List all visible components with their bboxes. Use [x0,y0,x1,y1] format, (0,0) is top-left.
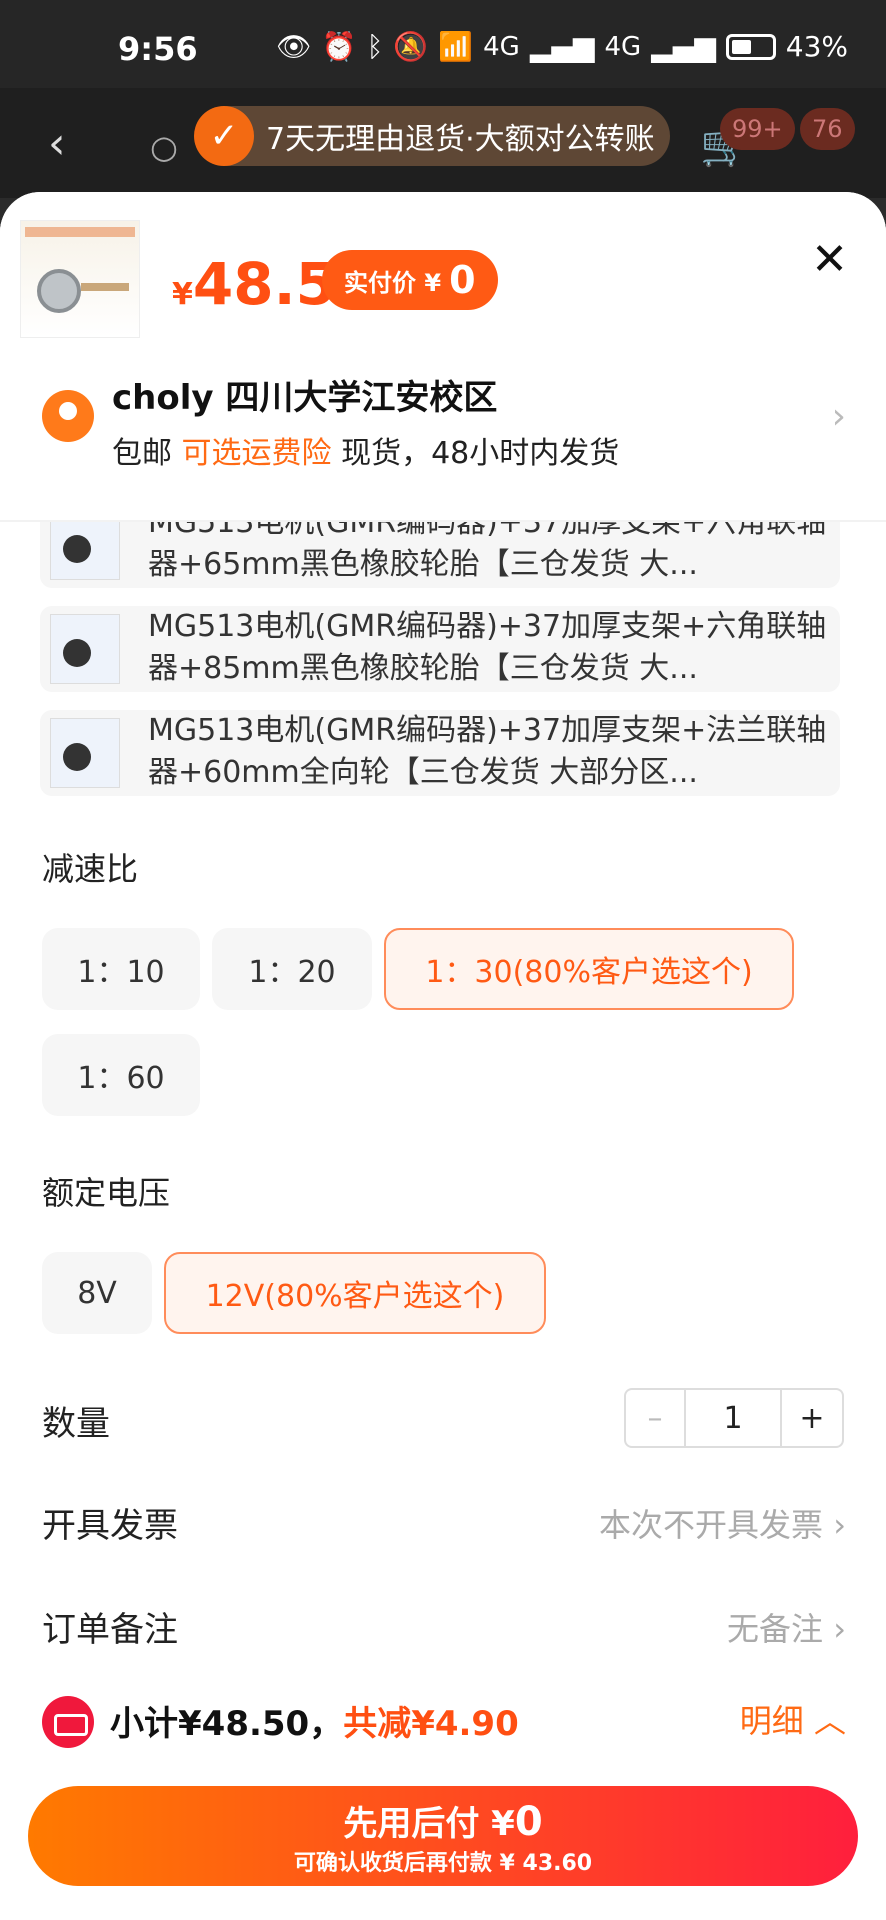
paid-value: 0 [449,258,476,302]
battery-percent: 43% [785,30,848,63]
voltage-title: 额定电压 [42,1174,171,1212]
note-value: 无备注 [727,1610,824,1648]
quantity-plus-button[interactable]: + [782,1390,842,1446]
quantity-minus-button[interactable]: – [626,1390,686,1446]
reduction-option[interactable]: 1：60 [42,1034,200,1116]
network-type-2: 4G [604,31,642,62]
sheet-header: ¥48.5 实付价 ¥ 0 ✕ choly 四川大学江安校区 包邮 可选运费险 … [0,192,886,520]
battery-icon [725,33,776,60]
reduction-option[interactable]: 1：10 [42,928,200,1010]
variant-thumbnail [50,614,120,684]
order-sheet: ¥48.5 实付价 ¥ 0 ✕ choly 四川大学江安校区 包邮 可选运费险 … [0,192,886,1920]
variant-option[interactable]: MG513电机(GMR编码器)+37加厚支架+六角联轴器+85mm黑色橡胶轮胎【… [40,606,840,692]
pay-main-text: 先用后付 ¥0 [28,1796,858,1845]
pay-sub-text: 可确认收货后再付款 ¥ 43.60 [293,1851,593,1876]
variant-list: MG513电机(GMR编码器)+37加厚支架+六角联轴器+65mm黑色橡胶轮胎【… [40,502,840,814]
back-icon[interactable]: ‹ [48,118,66,169]
paid-label: 实付价 ¥ [344,268,442,297]
reduction-title: 减速比 [42,850,139,888]
variant-option[interactable]: MG513电机(GMR编码器)+37加厚支架+法兰联轴器+60mm全向轮【三仓发… [40,710,840,796]
quantity-input[interactable]: 1 [686,1390,782,1446]
reduction-option-selected[interactable]: 1：30(80%客户选这个) [384,928,794,1010]
location-icon [42,390,94,442]
eye-icon: 👁 [276,30,312,63]
variant-thumbnail [50,718,120,788]
voltage-option-selected[interactable]: 12V(80%客户选这个) [164,1252,546,1334]
shipping-insurance-link[interactable]: 可选运费险 [182,436,332,471]
variant-label: MG513电机(GMR编码器)+37加厚支架+法兰联轴器+60mm全向轮【三仓发… [148,713,827,790]
price-value: 48.5 [192,250,336,318]
voltage-option[interactable]: 8V [42,1252,152,1334]
paid-price-pill: 实付价 ¥ 0 [322,250,498,310]
stock-status: 现货，48小时内发货 [341,436,620,471]
discount-text: 共减¥4.90 [343,1704,519,1744]
invoice-row[interactable]: 本次不开具发票 › [599,1500,846,1546]
pay-later-button[interactable]: 先用后付 ¥0 可确认收货后再付款 ¥ 43.60 [28,1786,858,1886]
shipping-info: 包邮 可选运费险 现货，48小时内发货 [112,428,619,472]
subtotal-text: 小计¥48.50， [110,1704,344,1744]
address-name[interactable]: choly 四川大学江安校区 [112,370,497,419]
network-type-1: 4G [483,31,520,62]
wifi-icon: 📶 [438,30,474,63]
mute-icon: 🔕 [393,30,429,63]
price-symbol: ¥ [172,277,193,312]
product-thumbnail[interactable] [20,220,140,338]
chevron-up-icon: ︿ [813,1702,846,1740]
reduction-option[interactable]: 1：20 [212,928,372,1010]
invoice-value: 本次不开具发票 [599,1506,824,1544]
status-time: 9:56 [118,30,198,68]
detail-toggle[interactable]: 明细 ︿ [740,1696,846,1742]
variant-thumbnail [50,510,120,580]
product-price: ¥48.5 [172,250,336,318]
shield-icon: ✓ [194,106,254,166]
signal-icon: ▂▄▆ [529,30,595,63]
pay-main-label: 先用后付 ¥ [343,1804,515,1844]
chevron-right-icon: › [833,1610,846,1648]
close-icon[interactable]: ✕ [811,234,848,285]
variant-label: MG513电机(GMR编码器)+37加厚支架+六角联轴器+85mm黑色橡胶轮胎【… [148,609,827,686]
quantity-label: 数量 [42,1404,110,1444]
invoice-label: 开具发票 [42,1506,178,1546]
note-label: 订单备注 [42,1610,178,1650]
promo-text: 7天无理由退货·大额对公转账 [266,122,655,157]
promo-banner: ✓ 7天无理由退货·大额对公转账 [194,106,670,166]
coupon-icon [42,1696,94,1748]
pay-amount: 0 [514,1799,543,1845]
signal-icon: ▂▄▆ [651,30,716,63]
search-icon[interactable]: ○ [150,128,178,166]
status-bar: 9:56 👁 ⏰ ᛒ 🔕 📶 4G ▂▄▆ 4G ▂▄▆ 43% [0,0,886,88]
detail-label: 明细 [739,1702,804,1740]
chevron-right-icon[interactable]: › [832,396,846,437]
checkout-footer: 小计¥48.50，共减¥4.90 明细 ︿ 先用后付 ¥0 可确认收货后再付款 … [0,1668,886,1920]
bluetooth-icon: ᛒ [366,30,384,63]
note-row[interactable]: 无备注 › [727,1604,846,1650]
subtotal: 小计¥48.50，共减¥4.90 [110,1696,519,1745]
quantity-stepper: – 1 + [624,1388,844,1448]
free-shipping: 包邮 [112,436,172,471]
alarm-icon: ⏰ [321,30,357,63]
message-badge: 99+ [720,108,795,150]
cart-badge: 76 [800,108,855,150]
app-header: ‹ ○ ✓ 7天无理由退货·大额对公转账 🛒 99+ 76 [0,88,886,198]
chevron-right-icon: › [833,1506,846,1544]
status-icons: 👁 ⏰ ᛒ 🔕 📶 4G ▂▄▆ 4G ▂▄▆ 43% [276,30,848,63]
